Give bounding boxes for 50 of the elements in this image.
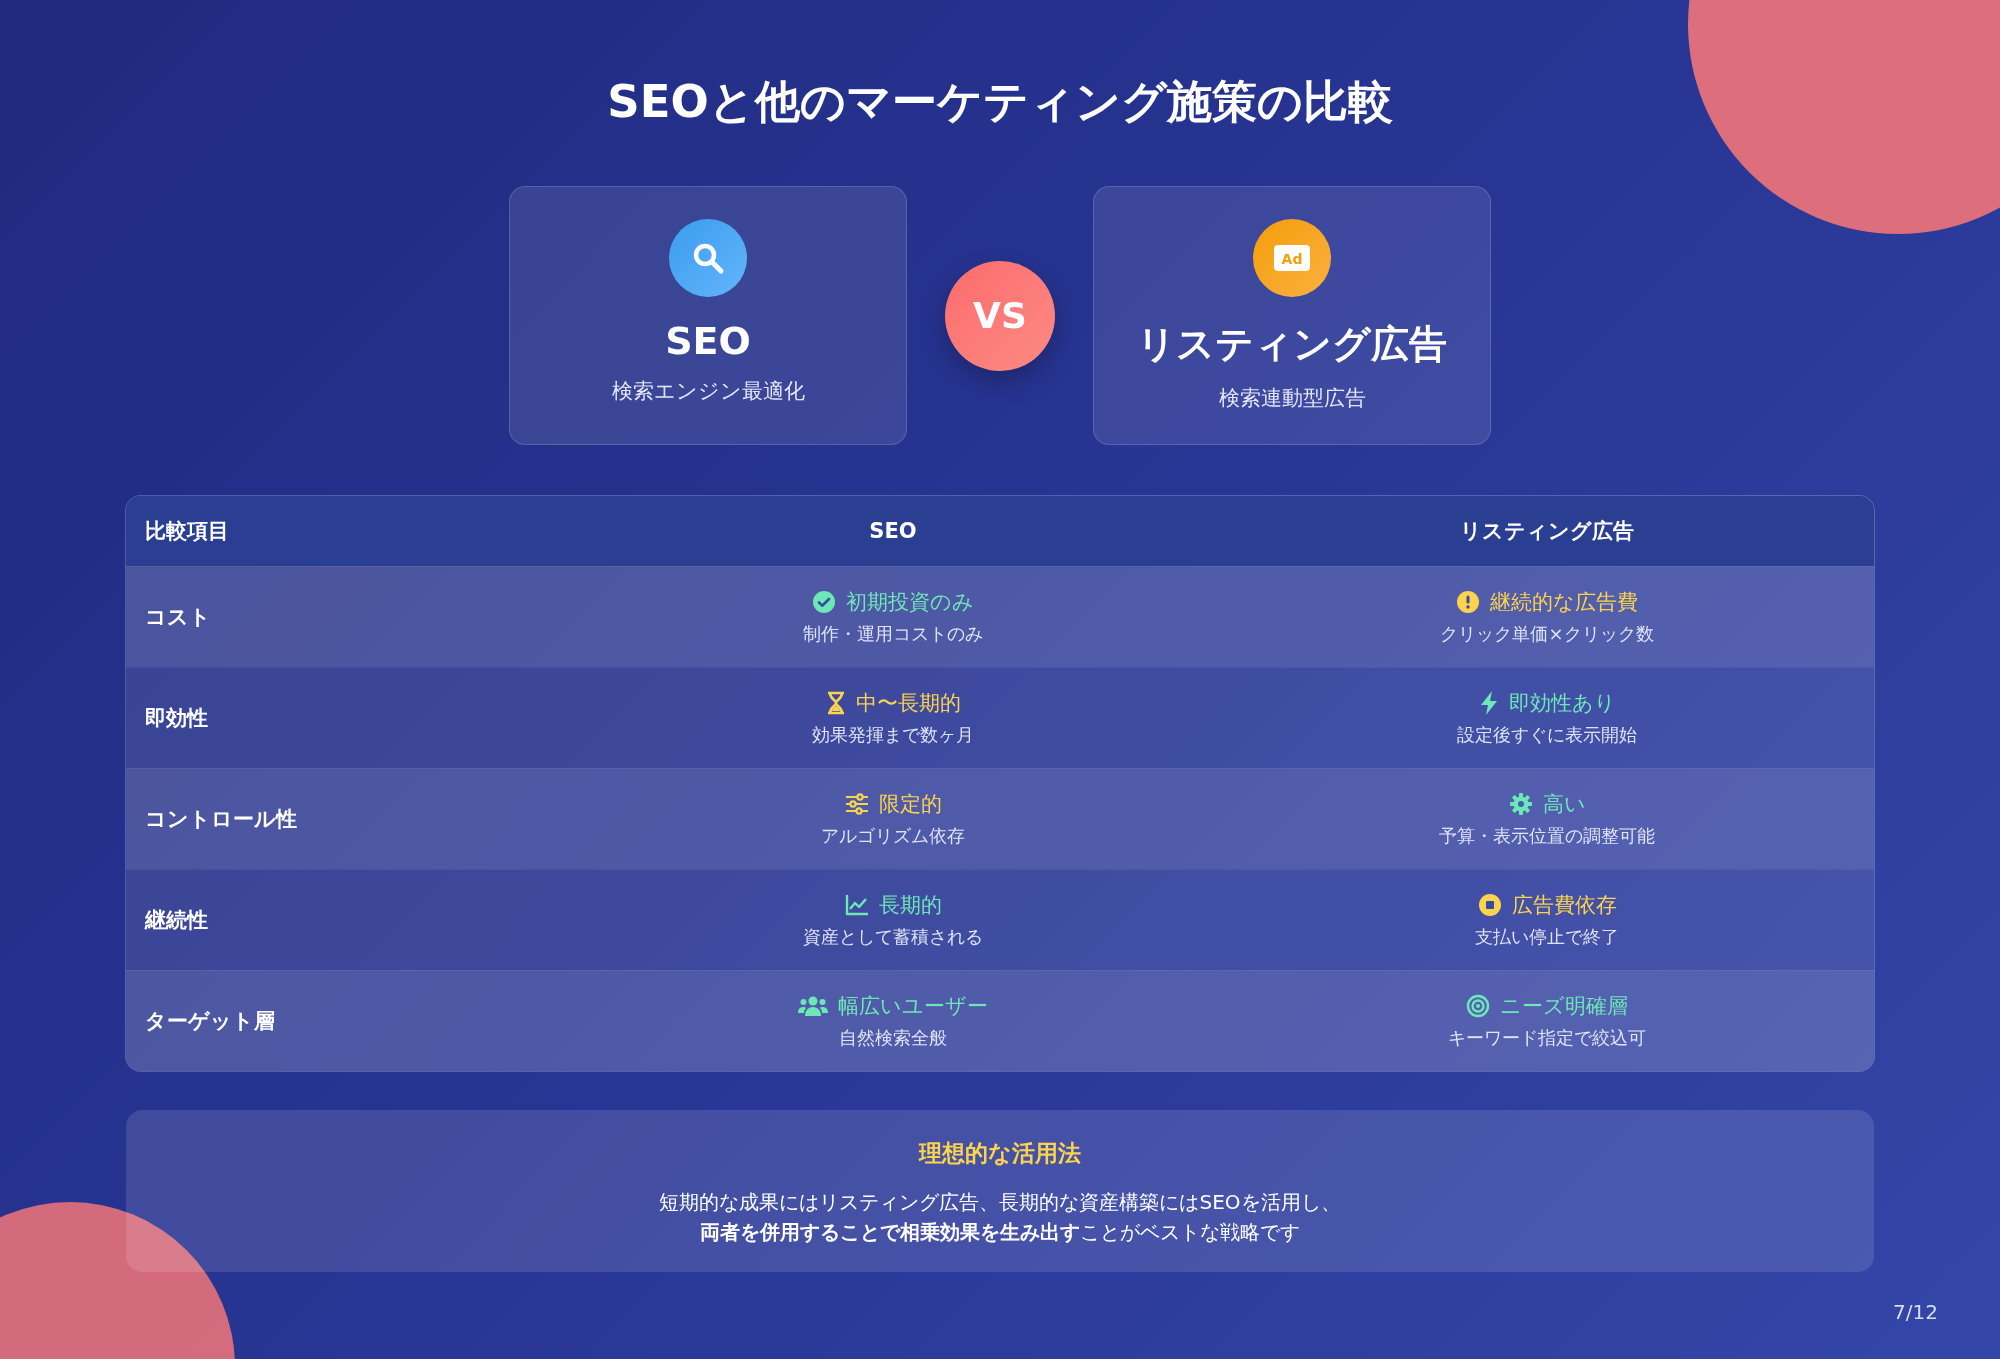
cell-value: 即効性あり — [1508, 690, 1616, 717]
vs-badge: VS — [945, 260, 1055, 371]
gear-icon — [1508, 792, 1533, 816]
cell-note: 予算・表示位置の調整可能 — [1439, 824, 1655, 848]
cell-note: 自然検索全般 — [839, 1026, 947, 1050]
cell-value: 長期的 — [878, 892, 942, 919]
cell-note: 支払い停止で終了 — [1475, 925, 1619, 949]
stop-circle-icon — [1477, 893, 1502, 917]
line-chart-icon — [844, 894, 869, 916]
card-title: リスティング広告 — [1137, 321, 1447, 368]
cell-value: 高い — [1542, 791, 1586, 818]
cell-note: 資産として蓄積される — [803, 925, 983, 949]
cell-note: アルゴリズム依存 — [821, 824, 965, 848]
cell-value: 限定的 — [878, 791, 942, 818]
row-label: コスト — [144, 604, 212, 631]
cell-note: クリック単価×クリック数 — [1440, 622, 1654, 646]
cell-value: 中〜長期的 — [855, 690, 961, 717]
row-label: 継続性 — [143, 907, 209, 934]
slide-title: SEOと他のマーケティング施策の比較 — [607, 74, 1393, 130]
check-circle-icon — [812, 590, 836, 614]
column-header: SEO — [868, 519, 918, 543]
row-label: コントロール性 — [144, 806, 298, 833]
summary-text: 短期的な成果にはリスティング広告、長期的な資産構築にはSEOを活用し、 — [659, 1189, 1341, 1216]
hourglass-icon — [825, 691, 846, 715]
ad-label: Ad — [1281, 250, 1303, 267]
summary-heading: 理想的な活用法 — [919, 1139, 1081, 1168]
card-title: SEO — [665, 319, 751, 363]
cell-note: 効果発揮まで数ヶ月 — [812, 723, 974, 747]
cell-value: 継続的な広告費 — [1490, 589, 1638, 616]
row-label: ターゲット層 — [144, 1008, 276, 1035]
cell-note: キーワード指定で絞込可 — [1448, 1026, 1646, 1050]
cell-value: ニーズ明確層 — [1500, 993, 1628, 1020]
users-icon — [798, 995, 828, 1017]
column-header: リスティング広告 — [1459, 518, 1635, 545]
page-number: 7/12 — [1893, 1300, 1938, 1324]
lightning-bolt-icon — [1478, 690, 1499, 716]
summary-text: 両者を併用することで相乗効果を生み出すことがベストな戦略です — [700, 1219, 1300, 1246]
cell-note: 制作・運用コストのみ — [803, 622, 983, 646]
card-subtitle: 検索連動型広告 — [1218, 385, 1366, 412]
search-icon — [691, 241, 725, 275]
exclamation-circle-icon — [1456, 590, 1480, 614]
cell-note: 設定後すぐに表示開始 — [1457, 723, 1637, 747]
target-icon — [1466, 994, 1490, 1018]
cell-value: 初期投資のみ — [846, 589, 974, 616]
cell-value: 幅広いユーザー — [838, 993, 988, 1020]
sliders-icon — [844, 793, 869, 815]
column-header: 比較項目 — [144, 518, 230, 545]
cell-value: 広告費依存 — [1511, 892, 1617, 919]
row-label: 即効性 — [144, 705, 209, 732]
card-subtitle: 検索エンジン最適化 — [611, 378, 805, 405]
